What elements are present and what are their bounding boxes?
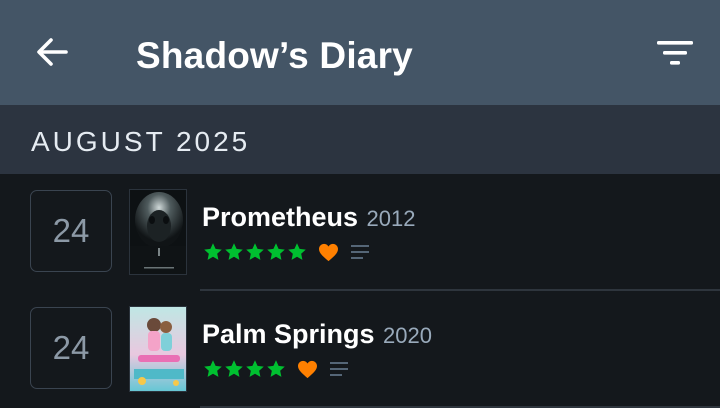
star-icon [204,360,222,377]
prometheus-poster[interactable] [129,189,187,275]
film-title-row: Palm Springs 2020 [202,317,432,356]
poster-image [130,190,186,274]
back-button[interactable] [24,28,80,76]
heart-icon [319,243,338,261]
star-icon [204,243,222,260]
palm-springs-poster[interactable] [129,306,187,392]
star-icon [267,243,285,260]
film-year: 2020 [383,323,432,348]
heart-icon [298,360,317,378]
review-lines-icon [351,245,369,259]
rating-row [203,358,348,380]
star-rating [203,242,308,262]
diary-entry[interactable]: 24 Palm Springs 2020 [0,291,720,408]
page-title: Shadow’s Diary [136,35,413,76]
diary-entry[interactable]: 24 Prometheus 2012 [0,174,720,291]
film-title-row: Prometheus 2012 [202,200,415,239]
month-label: AUGUST 2025 [31,126,251,157]
arrow-left-icon [37,38,68,66]
review-lines-icon [330,362,348,376]
poster-image [130,307,186,391]
film-title[interactable]: Palm Springs [202,319,375,349]
star-icon [246,360,264,377]
star-icon [225,243,243,260]
filter-button[interactable] [650,30,700,76]
month-section-header: AUGUST 2025 [0,105,720,174]
diary-screen: Shadow’s Diary AUGUST 2025 24 Prometheus… [0,0,720,408]
app-bar: Shadow’s Diary [0,0,720,105]
star-icon [225,360,243,377]
star-icon [246,243,264,260]
filter-icon [657,41,693,65]
day-badge: 24 [30,307,112,389]
star-rating [203,359,287,379]
rating-row [203,241,369,263]
day-badge: 24 [30,190,112,272]
film-title[interactable]: Prometheus [202,202,358,232]
film-year: 2012 [366,206,416,231]
star-icon [288,243,306,260]
star-icon [267,360,285,377]
